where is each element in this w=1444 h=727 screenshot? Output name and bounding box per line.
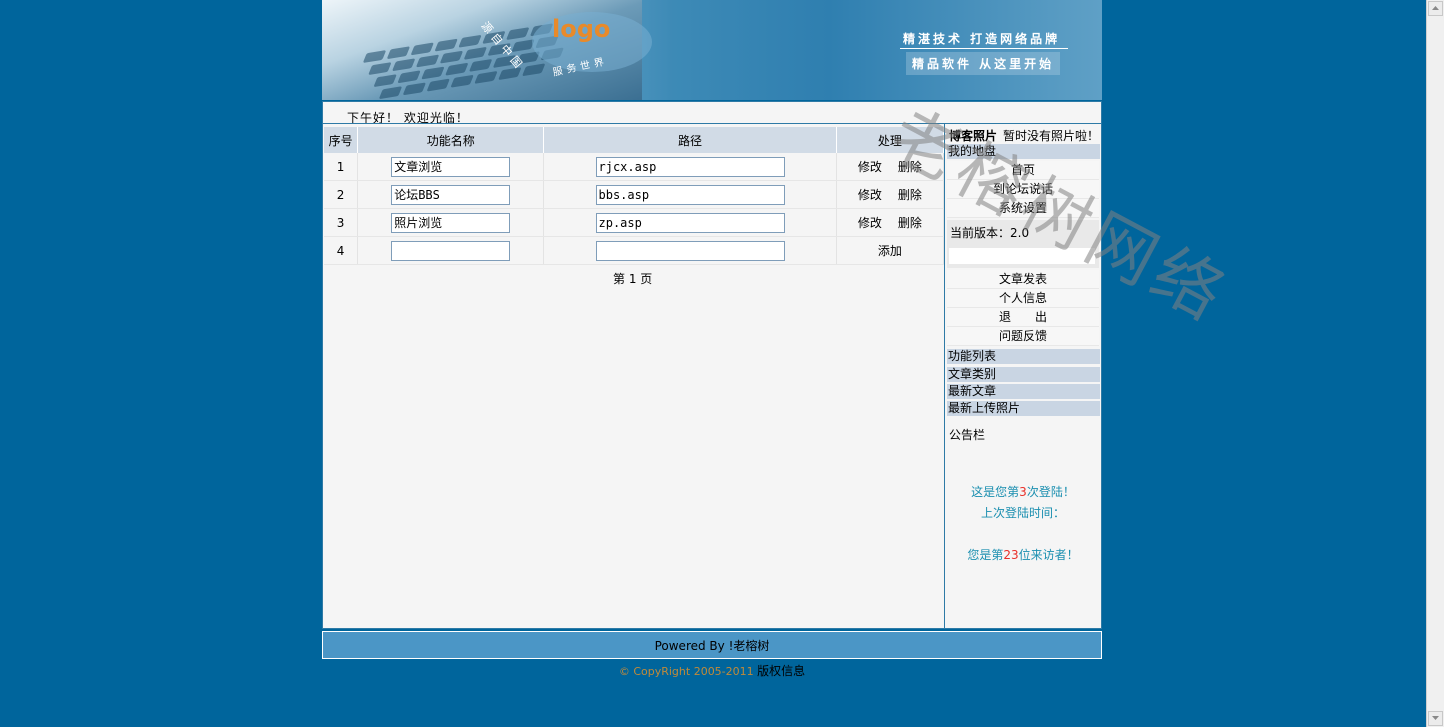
table-row: 2 修改 删除 (324, 180, 945, 209)
page-indicator: 第 1 页 (613, 272, 653, 286)
edit-link[interactable]: 修改 (858, 216, 882, 230)
new-path-input[interactable] (595, 240, 785, 261)
action-cell: 修改 删除 (836, 180, 945, 209)
row-number: 2 (324, 180, 359, 209)
path-input[interactable] (595, 156, 785, 177)
site-logo: logo (552, 15, 611, 43)
sidebar-link-home[interactable]: 首页 (947, 161, 1099, 180)
main-panel: 下午好！ 欢迎光临！ 序号 功能名称 路径 处理 1 修改删除 (322, 101, 1102, 629)
blog-photos-note: 暂时没有照片啦！ (1003, 129, 1100, 143)
function-table: 序号 功能名称 路径 处理 1 修改删除 2 修改删除 (324, 127, 945, 265)
sidebar-link-feedback[interactable]: 问题反馈 (947, 327, 1099, 346)
table-row: 1 修改 删除 (324, 153, 945, 181)
copyright-info-link[interactable]: 版权信息 (757, 664, 805, 678)
version-blank-field (949, 248, 1095, 264)
notice-board-title: 公告栏 (949, 428, 986, 442)
sidebar-link-profile[interactable]: 个人信息 (947, 289, 1099, 308)
function-name-input[interactable] (391, 184, 511, 205)
action-cell: 添加 (836, 236, 945, 265)
visitor-count-text: 您是第23位来访者！ (967, 548, 1079, 562)
row-number: 3 (324, 208, 359, 237)
blog-photos-header: 博客照片 暂时没有照片啦！ (949, 127, 1099, 144)
version-text: 当前版本：2.0 (950, 226, 1030, 240)
name-cell (357, 180, 545, 209)
edit-link[interactable]: 修改 (858, 188, 882, 202)
header-banner: logo 源自中国 服务世界 精湛技术 打造网络品牌 精品软件 从这里开始 (322, 0, 1102, 100)
login-count: 3 (1019, 485, 1027, 499)
sidebar-section-latest-articles[interactable]: 最新文章 (947, 384, 1100, 399)
row-number: 1 (324, 153, 359, 181)
path-cell (543, 236, 837, 265)
action-cell: 修改 删除 (836, 153, 945, 181)
copyright-text: © CopyRight 2005-2011 (618, 665, 754, 678)
sidebar-link-logout[interactable]: 退 出 (947, 308, 1099, 327)
table-row: 3 修改 删除 (324, 208, 945, 237)
column-header-path: 路径 (543, 127, 837, 153)
blog-photos-title: 博客照片 (949, 129, 998, 143)
delete-link[interactable]: 删除 (898, 160, 922, 174)
row-number: 4 (324, 236, 359, 265)
delete-link[interactable]: 删除 (898, 216, 922, 230)
scroll-down-icon[interactable] (1428, 711, 1443, 726)
sidebar-section-function-list[interactable]: 功能列表 (947, 349, 1100, 364)
sidebar: 博客照片 暂时没有照片啦！ 我的地盘 首页 到论坛说话 系统设置 当前版本：2.0… (944, 124, 1101, 628)
sidebar-link-settings[interactable]: 系统设置 (947, 199, 1099, 218)
path-input[interactable] (595, 184, 785, 205)
vertical-scrollbar[interactable] (1426, 0, 1444, 727)
copyright-line: © CopyRight 2005-2011 版权信息 (322, 662, 1102, 679)
new-function-name-input[interactable] (391, 240, 511, 261)
column-header-name: 功能名称 (357, 127, 545, 153)
column-header-no: 序号 (324, 127, 359, 153)
edit-link[interactable]: 修改 (858, 160, 882, 174)
footer-bar: Powered By !老榕树 (322, 631, 1102, 659)
sidebar-link-post-article[interactable]: 文章发表 (947, 270, 1099, 289)
version-box: 当前版本：2.0 (947, 220, 1099, 268)
visitor-count: 23 (1003, 548, 1019, 562)
slogan-line-2: 精品软件 从这里开始 (906, 52, 1061, 75)
add-link[interactable]: 添加 (878, 244, 902, 258)
path-input[interactable] (595, 212, 785, 233)
table-row: 4 添加 (324, 236, 945, 265)
name-cell (357, 236, 545, 265)
scroll-up-icon[interactable] (1428, 1, 1443, 16)
slogan-divider (900, 48, 1068, 49)
sidebar-section-latest-photos[interactable]: 最新上传照片 (947, 401, 1100, 416)
powered-by-text: Powered By !老榕树 (654, 639, 770, 653)
delete-link[interactable]: 删除 (898, 188, 922, 202)
sidebar-section-my-area[interactable]: 我的地盘 (947, 144, 1100, 159)
path-cell (543, 153, 837, 181)
column-header-action: 处理 (836, 127, 945, 153)
name-cell (357, 208, 545, 237)
login-count-text: 这是您第3次登陆！ (971, 485, 1075, 499)
slogan-line-1: 精湛技术 打造网络品牌 (903, 32, 1061, 46)
path-cell (543, 208, 837, 237)
footer-divider (322, 628, 1102, 629)
name-cell (357, 153, 545, 181)
function-name-input[interactable] (391, 156, 511, 177)
last-login-text: 上次登陆时间： (980, 506, 1065, 520)
function-name-input[interactable] (391, 212, 511, 233)
path-cell (543, 180, 837, 209)
sidebar-link-forum[interactable]: 到论坛说话 (947, 180, 1099, 199)
sidebar-section-article-categories[interactable]: 文章类别 (947, 367, 1100, 382)
table-header-row: 序号 功能名称 路径 处理 (324, 127, 945, 153)
action-cell: 修改 删除 (836, 208, 945, 237)
